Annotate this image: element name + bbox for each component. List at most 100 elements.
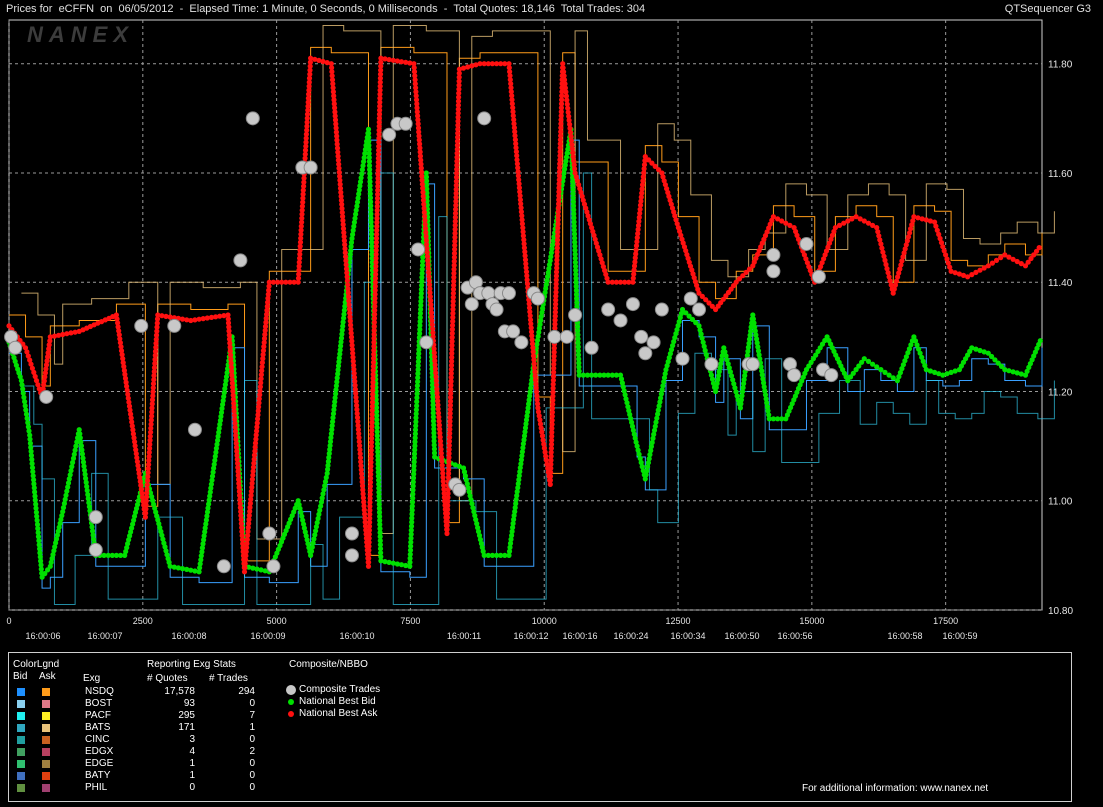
exg-name: PHIL — [85, 782, 108, 793]
time-label: 16:00:09 — [250, 631, 285, 641]
ask-swatch — [42, 736, 50, 744]
stats-title: Reporting Exg Stats — [147, 659, 236, 670]
trade-count: 0 — [249, 698, 255, 709]
quote-count: 3 — [189, 734, 195, 745]
trade-point — [134, 318, 149, 333]
trade-point — [811, 269, 826, 284]
trade-point — [745, 357, 760, 372]
trade-count: 2 — [249, 746, 255, 757]
trade-point — [303, 160, 318, 175]
ask-swatch — [42, 688, 50, 696]
quote-count: 171 — [178, 722, 195, 733]
bid-header: Bid — [13, 671, 28, 682]
legend-panel: ColorLgnd Bid Ask Reporting Exg Stats Ex… — [8, 652, 1072, 802]
exg-name: CINC — [85, 734, 110, 745]
trade-point — [266, 559, 281, 574]
ask-header: Ask — [39, 671, 56, 682]
trade-point — [692, 302, 707, 317]
trade-point — [39, 389, 54, 404]
quote-count: 0 — [189, 782, 195, 793]
exg-name: BATS — [85, 722, 111, 733]
time-label: 16:00:10 — [339, 631, 374, 641]
exg-header: Exg — [83, 673, 101, 684]
nbbo-marker-icon — [288, 699, 294, 705]
ask-swatch — [42, 712, 50, 720]
ask-swatch — [42, 772, 50, 780]
title-bar: Prices for eCFFN on 06/05/2012 - Elapsed… — [0, 0, 1103, 18]
quote-count: 4 — [189, 746, 195, 757]
trade-point — [625, 297, 640, 312]
trade-point — [245, 111, 260, 126]
exg-name: NSDQ — [85, 686, 114, 697]
trade-point — [88, 510, 103, 525]
x-tick-label: 15000 — [799, 616, 824, 626]
trade-point — [8, 340, 23, 355]
trade-point — [568, 308, 583, 322]
price-chart: NANEX 11.80 11.60 11.40 11.20 11.00 10.80 0 2500… — [4, 19, 1073, 641]
trade-point — [799, 236, 814, 251]
trade-point — [646, 335, 661, 350]
quote-count: 1 — [189, 758, 195, 769]
app-name: QTSequencer G3 — [1004, 3, 1091, 15]
trade-point — [683, 291, 698, 306]
trade-point — [704, 357, 719, 372]
time-label: 16:00:12 — [513, 631, 548, 641]
quote-count: 1 — [189, 770, 195, 781]
trade-point — [675, 351, 690, 366]
nbo-point — [1036, 245, 1042, 251]
nbbo-title: Composite/NBBO — [289, 659, 368, 670]
time-label: 16:00:24 — [613, 631, 648, 641]
x-tick-label: 7500 — [400, 616, 420, 626]
nbbo-marker-icon — [286, 685, 296, 695]
bid-swatch — [17, 700, 25, 708]
quote-count: 17,578 — [164, 686, 195, 697]
nbbo-label: National Best Bid — [299, 696, 376, 707]
time-label: 16:00:56 — [777, 631, 812, 641]
trade-point — [501, 286, 516, 301]
trade-point — [514, 335, 529, 350]
trade-point — [613, 313, 628, 328]
y-tick-label: 11.80 — [1048, 60, 1073, 71]
x-tick-label: 17500 — [933, 616, 958, 626]
trade-count: 7 — [249, 710, 255, 721]
quotes-header: # Quotes — [147, 673, 188, 684]
time-label: 16:00:06 — [25, 631, 60, 641]
x-tick-label: 2500 — [133, 616, 153, 626]
bid-swatch — [17, 736, 25, 744]
trade-point — [187, 422, 202, 437]
time-label: 16:00:08 — [171, 631, 206, 641]
trade-point — [638, 346, 653, 361]
time-label: 16:00:07 — [87, 631, 122, 641]
x-tick-label: 0 — [6, 616, 11, 626]
quote-count: 295 — [178, 710, 195, 721]
trade-point — [382, 127, 397, 142]
trade-point — [262, 526, 277, 541]
quote-count: 93 — [183, 698, 195, 709]
trade-point — [88, 542, 103, 557]
trade-point — [787, 368, 802, 383]
exg-name: BATY — [85, 770, 111, 781]
trade-point — [766, 264, 781, 279]
trade-point — [584, 340, 599, 355]
x-tick-label: 12500 — [666, 616, 691, 626]
trade-point — [477, 111, 492, 126]
bid-swatch — [17, 688, 25, 696]
bid-swatch — [17, 760, 25, 768]
ask-swatch — [42, 724, 50, 732]
trade-point — [766, 247, 781, 262]
trade-point — [411, 242, 426, 257]
trade-point — [506, 324, 521, 339]
window-title: Prices for eCFFN on 06/05/2012 - Elapsed… — [6, 3, 646, 15]
trade-point — [530, 291, 545, 306]
time-label: 16:00:34 — [670, 631, 705, 641]
bid-swatch — [17, 748, 25, 756]
time-label: 16:00:58 — [887, 631, 922, 641]
y-tick-label: 11.60 — [1048, 169, 1073, 180]
trade-count: 0 — [249, 758, 255, 769]
bid-swatch — [17, 724, 25, 732]
x-tick-label: 10000 — [532, 616, 557, 626]
trade-point — [216, 559, 231, 574]
trade-point — [547, 329, 562, 344]
trade-point — [654, 302, 669, 317]
trade-point — [634, 329, 649, 344]
